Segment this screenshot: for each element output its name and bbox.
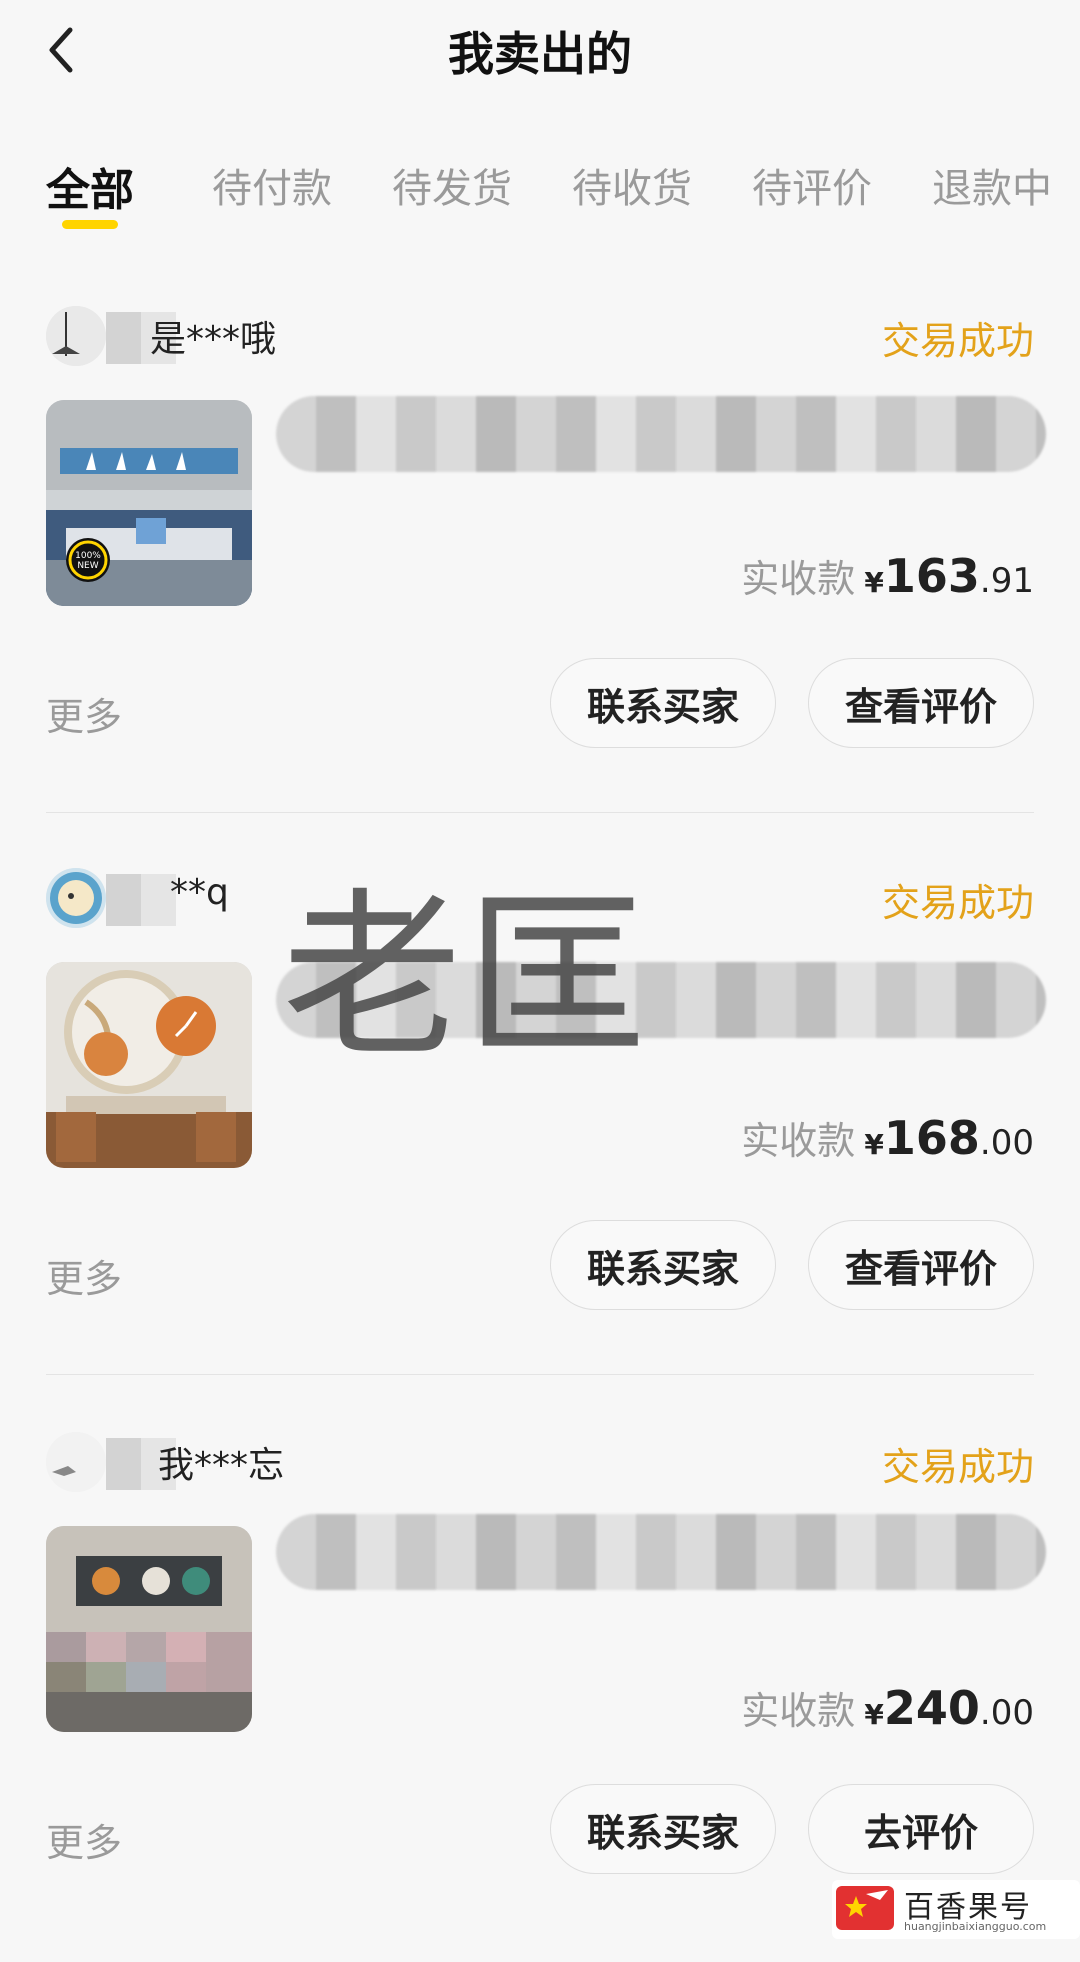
tab-pending-receipt[interactable]: 待收货 <box>572 156 692 214</box>
svg-text:100%: 100% <box>75 551 101 561</box>
contact-buyer-button[interactable]: 联系买家 <box>550 658 776 748</box>
buyer-avatar <box>46 868 106 928</box>
header: 我卖出的 <box>0 0 1080 100</box>
order-status: 交易成功 <box>881 881 1034 925</box>
blurred-product-title <box>276 1514 1046 1590</box>
more-link[interactable]: 更多 <box>46 686 122 741</box>
received-amount: 实收款 ¥168.00 <box>741 1111 1034 1165</box>
product-thumbnail[interactable]: 100% NEW <box>46 400 252 606</box>
tab-pending-review[interactable]: 待评价 <box>752 156 872 214</box>
received-amount: 实收款 ¥240.00 <box>741 1681 1034 1735</box>
svg-text:NEW: NEW <box>77 561 98 571</box>
blurred-avatar-area <box>106 874 176 926</box>
site-logo-domain: huangjinbaixiangguo.com <box>904 1920 1047 1933</box>
active-tab-indicator <box>62 220 118 229</box>
contact-buyer-button[interactable]: 联系买家 <box>550 1220 776 1310</box>
divider <box>46 1374 1034 1375</box>
tab-pending-shipment[interactable]: 待发货 <box>392 156 512 214</box>
divider <box>46 812 1034 813</box>
buyer-avatar <box>46 306 106 366</box>
tab-all[interactable]: 全部 <box>46 154 134 218</box>
product-thumbnail[interactable] <box>46 962 252 1168</box>
more-link[interactable]: 更多 <box>46 1812 122 1867</box>
site-logo-icon <box>836 1886 894 1930</box>
order-status: 交易成功 <box>881 1445 1034 1489</box>
order-status: 交易成功 <box>881 319 1034 363</box>
tab-pending-payment[interactable]: 待付款 <box>212 156 332 214</box>
buyer-name: **q <box>170 872 229 913</box>
go-review-button[interactable]: 去评价 <box>808 1784 1034 1874</box>
view-review-button[interactable]: 查看评价 <box>808 658 1034 748</box>
contact-buyer-button[interactable]: 联系买家 <box>550 1784 776 1874</box>
buyer-name: 是***哦 <box>150 319 277 360</box>
view-review-button[interactable]: 查看评价 <box>808 1220 1034 1310</box>
tab-refunding[interactable]: 退款中 <box>932 156 1052 214</box>
buyer-avatar <box>46 1432 106 1492</box>
order-tabs: 全部 待付款 待发货 待收货 待评价 退款中 <box>0 150 1080 240</box>
site-logo: 百香果号 huangjinbaixiangguo.com <box>832 1880 1080 1939</box>
blurred-product-title <box>276 396 1046 472</box>
buyer-name: 我***忘 <box>158 1445 285 1486</box>
page-title: 我卖出的 <box>448 27 632 81</box>
order-card[interactable]: 是***哦 交易成功 100% NEW 实收款 ¥163.91 更多 联系买家 … <box>46 296 1046 836</box>
more-link[interactable]: 更多 <box>46 1248 122 1303</box>
received-amount: 实收款 ¥163.91 <box>741 549 1034 603</box>
product-thumbnail[interactable] <box>46 1526 252 1732</box>
watermark-text: 老匡 <box>282 873 651 1082</box>
